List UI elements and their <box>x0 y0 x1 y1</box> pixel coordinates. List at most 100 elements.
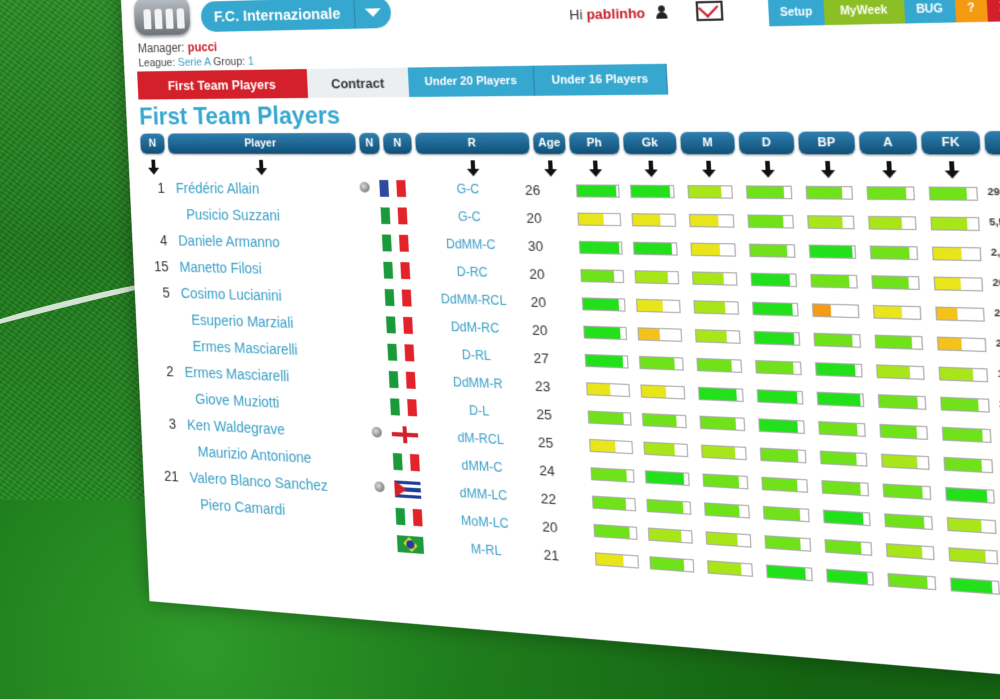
skill-bar-fill <box>821 452 857 465</box>
skill-bar <box>750 273 797 288</box>
skill-bar-fill <box>766 536 802 550</box>
player-name-link[interactable]: Giove Muziotti <box>195 390 280 410</box>
shirt-number: 3 <box>155 415 176 432</box>
tab-under-16[interactable]: Under 16 Players <box>534 64 668 96</box>
skill-bar <box>948 547 998 564</box>
skill-bar-fill <box>759 420 798 433</box>
column-header[interactable]: D <box>738 132 794 155</box>
column-header[interactable]: Player <box>168 133 356 154</box>
skill-bar-fill <box>948 518 981 532</box>
skill-bar-fill <box>640 357 675 369</box>
skill-bar-fill <box>951 579 993 594</box>
skill-bar <box>703 473 749 489</box>
column-header[interactable]: Ph <box>569 132 620 154</box>
league-link[interactable]: Serie A <box>178 56 211 69</box>
skill-bar-fill <box>633 214 661 225</box>
skill-bar <box>868 216 917 230</box>
column-header[interactable]: € <box>984 131 1000 154</box>
skill-bar <box>582 297 626 311</box>
skill-bar-fill <box>692 244 720 256</box>
skill-bar <box>706 531 752 547</box>
player-role: MoM-LC <box>438 512 532 533</box>
player-name-link[interactable]: Maurizio Antonione <box>197 443 311 466</box>
skill-bar <box>887 573 936 590</box>
column-header[interactable]: A <box>859 131 917 154</box>
skill-bar-fill <box>763 478 799 491</box>
user-icon[interactable] <box>655 5 667 18</box>
skill-bar-fill <box>885 515 924 529</box>
bug-button[interactable]: BUG <box>903 0 956 24</box>
skill-bar-fill <box>708 561 741 574</box>
shirt-number: 15 <box>148 258 169 275</box>
column-header[interactable]: Age <box>533 132 566 154</box>
team-select[interactable]: F.C. Internazionale <box>200 0 391 32</box>
column-header[interactable]: Gk <box>623 132 677 154</box>
player-name-link[interactable]: Daniele Armanno <box>178 232 280 250</box>
column-header[interactable]: N <box>383 133 412 154</box>
group-link[interactable]: 1 <box>248 55 254 67</box>
column-header[interactable]: N <box>140 134 165 154</box>
player-age: 20 <box>518 210 551 227</box>
mail-icon[interactable] <box>696 1 724 22</box>
player-name-link[interactable]: Ken Waldegrave <box>187 416 285 437</box>
skill-bar <box>588 411 632 426</box>
player-name-link[interactable]: Manetto Filosi <box>179 259 262 277</box>
player-name-link[interactable]: Ermes Masciarelli <box>192 338 298 358</box>
skill-bar <box>757 389 804 404</box>
skill-bar <box>689 214 735 228</box>
player-role: M-RL <box>439 539 533 561</box>
skill-bar-fill <box>645 443 675 456</box>
skill-bar <box>690 243 736 257</box>
shirt-number <box>159 493 179 494</box>
player-name-link[interactable]: Cosimo Lucianini <box>180 285 282 304</box>
column-header[interactable]: BP <box>798 131 855 154</box>
tab-under-20[interactable]: Under 20 Players <box>408 66 536 97</box>
player-name-link[interactable]: Piero Camardi <box>200 496 286 518</box>
skill-bar-fill <box>758 390 798 403</box>
skill-bar-fill <box>876 336 913 349</box>
column-header[interactable]: R <box>415 132 530 154</box>
skill-bar-fill <box>943 428 983 441</box>
skill-bar-fill <box>808 216 842 228</box>
skill-bar-fill <box>871 247 910 259</box>
shirt-number: 4 <box>147 232 168 248</box>
shirt-number: 2 <box>153 362 174 379</box>
nationality-flag-icon <box>391 426 418 444</box>
skill-bar <box>589 439 633 454</box>
help-button[interactable]: ? <box>954 0 988 22</box>
skill-bar-fill <box>639 328 660 340</box>
column-header[interactable]: M <box>680 132 735 154</box>
skill-bar-fill <box>887 544 922 558</box>
skill-bar-fill <box>882 455 917 468</box>
skill-bar <box>884 513 933 530</box>
skill-bar <box>810 274 858 289</box>
myweek-button[interactable]: MyWeek <box>823 0 905 25</box>
player-name-link[interactable]: Esuperio Marziali <box>191 311 294 331</box>
player-role: D-RL <box>430 346 524 364</box>
team-select-toggle[interactable] <box>353 0 391 29</box>
close-button[interactable]: X <box>986 0 1000 22</box>
skill-bar-fill <box>646 471 684 484</box>
skill-bar-fill <box>752 274 791 286</box>
username-link[interactable]: pablinho <box>586 5 646 23</box>
skill-bar <box>698 387 744 402</box>
player-age: 27 <box>525 350 558 367</box>
skill-bar-fill <box>824 511 864 525</box>
player-name-link[interactable]: Pusicio Suzzani <box>186 206 280 223</box>
player-name-link[interactable]: Ermes Masciarelli <box>184 364 289 385</box>
skill-bar-fill <box>592 468 628 481</box>
skill-bar <box>580 269 624 283</box>
column-header[interactable]: N <box>359 133 380 154</box>
tab-contract[interactable]: Contract <box>307 68 410 98</box>
player-age: 20 <box>521 266 554 283</box>
skill-bar <box>640 384 685 399</box>
player-name-link[interactable]: Frédéric Allain <box>175 180 259 197</box>
player-age: 30 <box>519 238 552 255</box>
skill-bar <box>766 564 813 581</box>
column-header[interactable]: FK <box>921 131 981 154</box>
player-name-link[interactable]: Valero Blanco Sanchez <box>189 469 328 494</box>
tab-first-team[interactable]: First Team Players <box>137 69 308 100</box>
skill-bar-fill <box>579 214 604 225</box>
setup-button[interactable]: Setup <box>768 0 825 26</box>
skill-bar <box>934 277 984 292</box>
